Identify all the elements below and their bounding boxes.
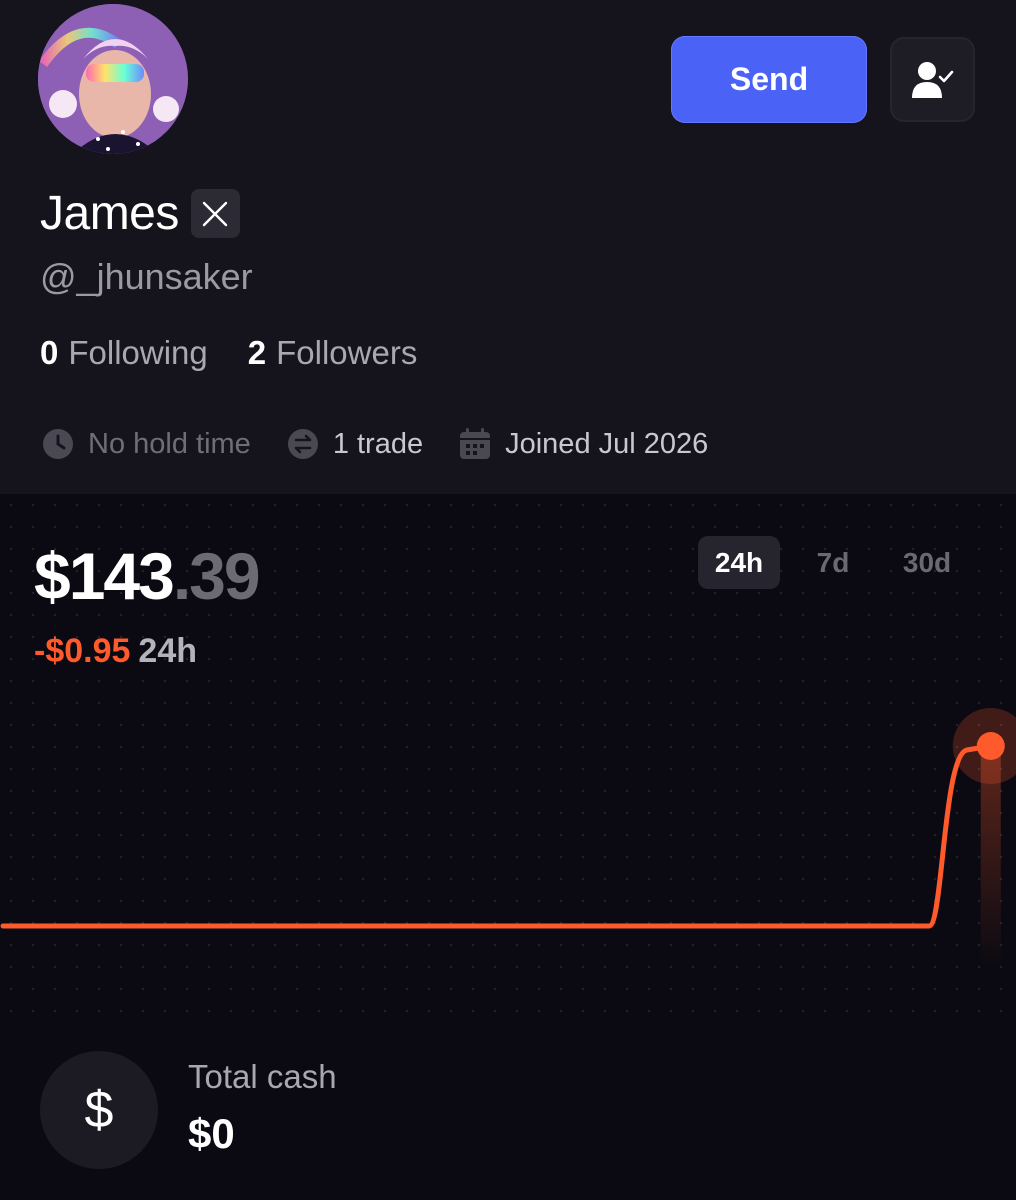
joined-item: Joined Jul 2026 — [457, 426, 708, 462]
range-24h-button[interactable]: 24h — [698, 536, 780, 589]
followers-count: 2 — [247, 334, 267, 371]
calendar-icon — [457, 426, 493, 462]
following-label: Following — [68, 334, 208, 371]
hold-time-item: No hold time — [40, 426, 251, 462]
profile-meta: No hold time 1 trade Joined Jul 2026 — [40, 426, 742, 462]
chart-endpoint-dot — [976, 732, 1005, 760]
name-row: James — [40, 186, 240, 241]
swap-icon — [285, 426, 321, 462]
portfolio-chart[interactable] — [0, 690, 1016, 990]
change-amount: -$0.95 — [34, 632, 131, 670]
balance-cents: .39 — [172, 539, 261, 613]
range-selector: 24h 7d 30d — [698, 536, 980, 589]
follow-stats: 0 Following 2 Followers — [40, 334, 457, 372]
follow-button[interactable] — [890, 37, 975, 122]
avatar[interactable] — [38, 4, 188, 154]
x-badge[interactable] — [190, 189, 240, 238]
send-button[interactable]: Send — [671, 36, 867, 123]
range-7d-button[interactable]: 7d — [792, 536, 874, 589]
following-count: 0 — [40, 334, 59, 371]
trades-text: 1 trade — [332, 427, 424, 460]
joined-text: Joined Jul 2026 — [505, 427, 709, 460]
user-check-icon — [911, 61, 953, 98]
dollar-icon: $ — [40, 1051, 158, 1169]
chart-series-line — [0, 743, 994, 929]
portfolio-balance: $143.39 — [34, 538, 261, 614]
profile-name: James — [40, 187, 179, 240]
profile-handle: @_jhunsaker — [40, 256, 253, 297]
range-30d-button[interactable]: 30d — [886, 536, 968, 589]
followers-label: Followers — [276, 334, 418, 371]
balance-change: -$0.95 24h — [34, 632, 197, 671]
total-cash-value: $0 — [188, 1110, 235, 1157]
balance-whole: $143 — [34, 539, 175, 613]
avatar-image — [38, 4, 188, 154]
following-stat[interactable]: 0 Following — [40, 334, 208, 372]
x-logo-icon — [203, 201, 228, 226]
total-cash-label: Total cash — [188, 1058, 337, 1095]
trades-item: 1 trade — [285, 426, 423, 462]
change-period: 24h — [138, 632, 197, 670]
followers-stat[interactable]: 2 Followers — [248, 334, 418, 372]
hold-time-text: No hold time — [88, 427, 251, 460]
clock-icon — [40, 426, 76, 462]
